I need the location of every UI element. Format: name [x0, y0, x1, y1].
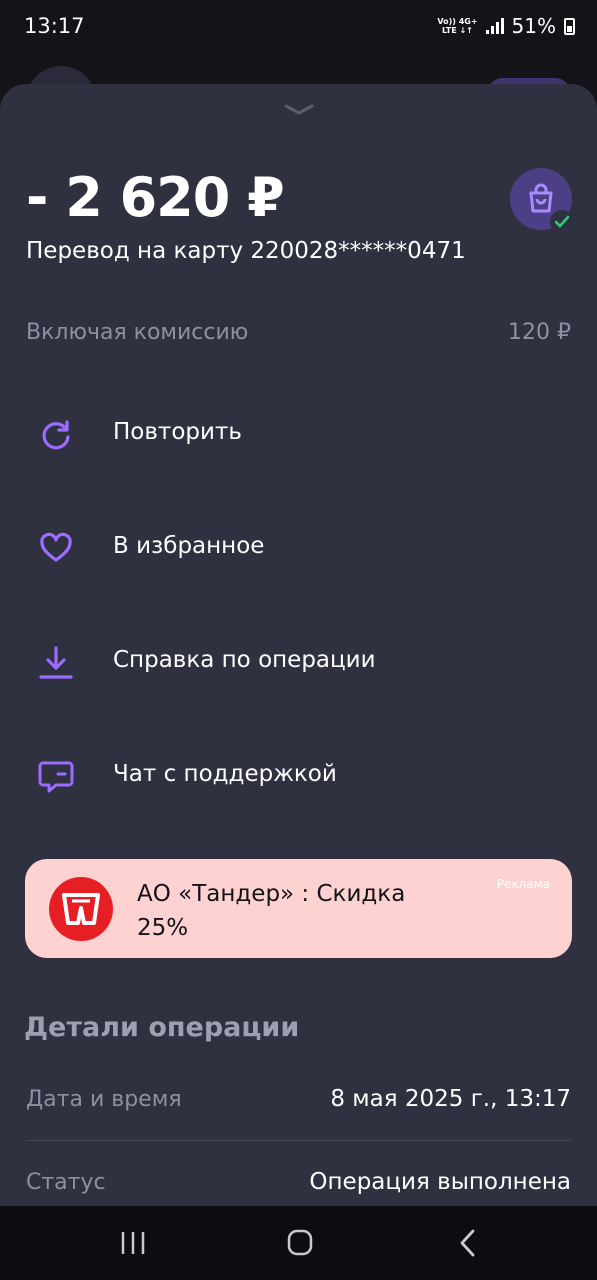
promo-banner[interactable]: АО «Тандер» : Скидка 25% Реклама	[25, 859, 572, 958]
battery-percent: 51%	[511, 14, 556, 38]
repeat-button[interactable]: Повторить	[0, 399, 597, 469]
promo-text: АО «Тандер» : Скидка 25%	[137, 881, 406, 941]
datetime-label: Дата и время	[26, 1087, 182, 1112]
status-bar: 13:17 Vo)) 4G+ LTE ↓↑ 51%	[0, 0, 597, 56]
datetime-value: 8 мая 2025 г., 13:17	[330, 1086, 571, 1112]
heart-icon	[40, 532, 72, 562]
download-icon	[39, 646, 73, 679]
favorite-button[interactable]: В избранное	[0, 513, 597, 583]
check-icon	[554, 215, 570, 228]
repeat-label: Повторить	[113, 419, 242, 445]
home-icon[interactable]	[280, 1228, 320, 1258]
shopping-bag-icon	[529, 183, 553, 213]
statement-button[interactable]: Справка по операции	[0, 627, 597, 697]
details-divider	[26, 1140, 572, 1141]
support-chat-button[interactable]: Чат с поддержкой	[0, 741, 597, 811]
fee-value: 120 ₽	[508, 320, 571, 345]
details-title: Детали операции	[24, 1012, 300, 1043]
network-line-2: LTE ↓↑	[442, 26, 473, 35]
status-value: Операция выполнена	[309, 1169, 571, 1195]
network-icon: Vo)) 4G+ LTE ↓↑	[437, 17, 477, 35]
status-icons: Vo)) 4G+ LTE ↓↑ 51%	[437, 14, 575, 38]
back-icon[interactable]	[448, 1228, 488, 1258]
statement-label: Справка по операции	[113, 647, 376, 673]
magnit-logo-icon	[49, 877, 113, 941]
chat-icon	[38, 761, 74, 793]
status-label: Статус	[26, 1170, 106, 1195]
favorite-label: В избранное	[113, 533, 265, 559]
ad-label: Реклама	[496, 877, 550, 891]
system-nav-bar	[0, 1206, 597, 1280]
network-line-1: Vo)) 4G+	[437, 17, 478, 26]
status-time: 13:17	[24, 14, 85, 38]
success-check-badge	[550, 210, 574, 234]
repeat-icon	[42, 420, 70, 450]
support-chat-label: Чат с поддержкой	[113, 761, 337, 787]
fee-label: Включая комиссию	[26, 320, 249, 345]
battery-icon	[564, 17, 575, 35]
collapse-chevron-icon[interactable]	[283, 102, 315, 118]
recents-icon[interactable]	[113, 1228, 153, 1258]
operation-sheet: - 2 620 ₽ Перевод на карту 220028******0…	[0, 84, 597, 1206]
operation-description: Перевод на карту 220028******0471	[26, 238, 466, 264]
operation-amount: - 2 620 ₽	[26, 166, 285, 229]
signal-icon	[485, 18, 504, 34]
